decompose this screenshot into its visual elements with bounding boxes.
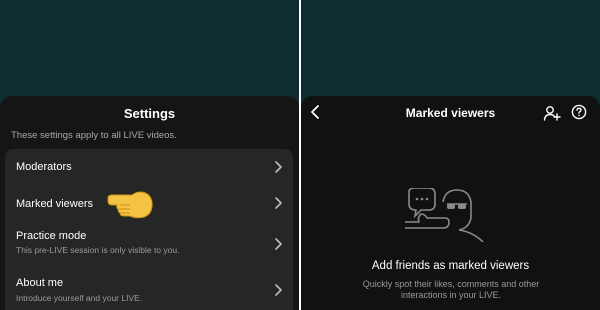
chevron-right-icon xyxy=(273,283,283,297)
question-circle-icon[interactable] xyxy=(571,104,587,120)
chevron-right-icon xyxy=(273,237,283,251)
marked-viewers-sheet: Marked viewers Add friends as marked vie… xyxy=(301,96,600,310)
settings-item-practice-mode[interactable]: Practice mode This pre-LIVE session is o… xyxy=(5,223,293,267)
empty-state-description: Quickly spot their likes, comments and o… xyxy=(362,279,540,300)
settings-item-about-me[interactable]: About me Introduce yourself and your LIV… xyxy=(5,269,293,310)
settings-subtitle: These settings apply to all LIVE videos. xyxy=(11,130,177,141)
empty-state-title: Add friends as marked viewers xyxy=(371,260,530,272)
viewers-illustration-icon xyxy=(403,187,493,243)
add-user-icon[interactable] xyxy=(543,104,561,122)
chevron-right-icon xyxy=(273,160,283,174)
settings-title: Settings xyxy=(123,106,176,121)
settings-item-label: Moderators xyxy=(16,161,72,173)
chevron-right-icon xyxy=(273,196,283,210)
settings-item-moderators[interactable]: Moderators xyxy=(5,149,293,185)
settings-item-label: Practice mode xyxy=(16,230,87,242)
settings-item-label: Marked viewers xyxy=(16,198,94,210)
marked-viewers-panel: Marked viewers Add friends as marked vie… xyxy=(301,0,600,310)
settings-card: Moderators Marked viewers Practice mode … xyxy=(5,149,293,310)
pointing-hand-icon xyxy=(106,186,154,222)
settings-item-description: This pre-LIVE session is only visible to… xyxy=(16,245,180,255)
settings-panel: Settings These settings apply to all LIV… xyxy=(0,0,299,310)
settings-item-description: Introduce yourself and your LIVE. xyxy=(16,293,143,303)
settings-item-label: About me xyxy=(16,277,64,289)
